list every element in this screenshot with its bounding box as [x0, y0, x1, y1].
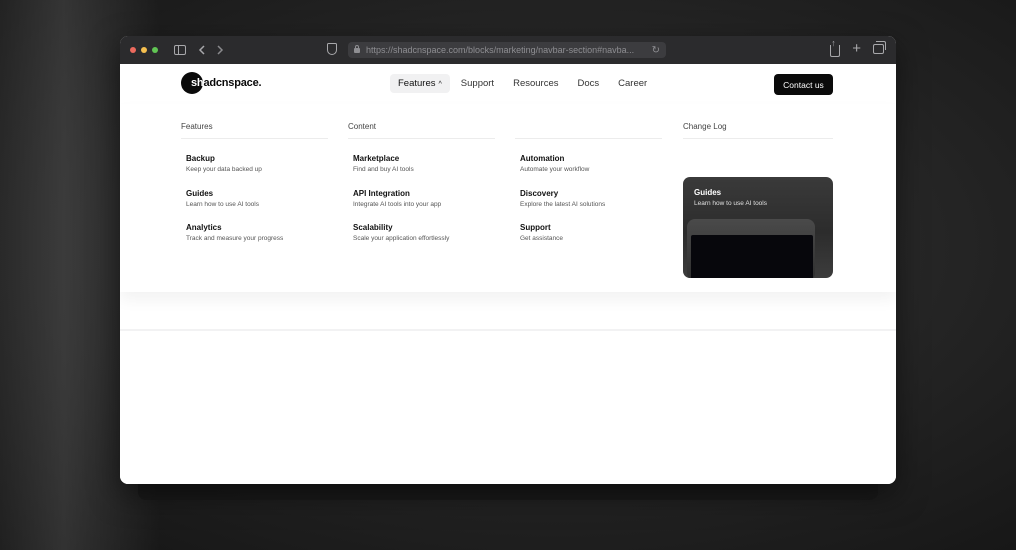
browser-window: https://shadcnspace.com/blocks/marketing…	[120, 36, 896, 484]
card-description: Learn how to use AI tools	[694, 200, 767, 207]
site-logo[interactable]: shadcnspace.	[181, 72, 262, 94]
menu-item-title: Guides	[186, 188, 214, 198]
menu-item-backup[interactable]: Backup Keep your data backed up	[186, 154, 283, 189]
reload-icon[interactable]: ↻	[652, 45, 660, 56]
card-device-screen	[691, 235, 813, 278]
divider	[348, 138, 495, 139]
address-bar[interactable]: https://shadcnspace.com/blocks/marketing…	[348, 42, 666, 58]
menu-item-support[interactable]: Support Get assistance	[520, 223, 605, 258]
contact-us-button[interactable]: Contact us	[774, 74, 833, 95]
menu-item-marketplace[interactable]: Marketplace Find and buy AI tools	[353, 154, 449, 189]
nav-item-resources[interactable]: Resources	[505, 74, 566, 93]
menu-item-scalability[interactable]: Scalability Scale your application effor…	[353, 223, 449, 258]
menu-item-description: Find and buy AI tools	[353, 166, 414, 173]
menu-column-changelog: Change Log	[683, 122, 833, 139]
section-divider	[120, 329, 896, 331]
features-mega-menu: Features Backup Keep your data backed up…	[120, 104, 896, 292]
zoom-window-button[interactable]	[152, 47, 158, 53]
menu-item-title: Marketplace	[353, 154, 400, 163]
new-tab-plus-icon[interactable]: +	[852, 41, 861, 57]
browser-toolbar: https://shadcnspace.com/blocks/marketing…	[120, 36, 896, 64]
nav-item-career[interactable]: Career	[610, 74, 655, 93]
column-title: Features	[181, 122, 213, 131]
minimize-window-button[interactable]	[141, 47, 147, 53]
menu-item-title: Support	[520, 223, 551, 232]
menu-item-description: Get assistance	[520, 235, 563, 242]
divider	[683, 138, 833, 139]
lock-icon	[354, 44, 360, 53]
menu-column-features: Features Backup Keep your data backed up…	[181, 122, 328, 242]
divider	[181, 138, 328, 139]
menu-item-title: API Integration	[353, 188, 410, 198]
menu-item-discovery[interactable]: Discovery Explore the latest AI solution…	[520, 189, 605, 224]
menu-item-automation[interactable]: Automation Automate your workflow	[520, 154, 605, 189]
share-icon[interactable]	[830, 38, 841, 57]
nav-item-label: Features	[398, 78, 436, 89]
menu-item-description: Learn how to use AI tools	[186, 200, 259, 208]
logo-text-rest: adcnspace.	[203, 77, 262, 89]
sidebar-toggle-icon[interactable]	[174, 45, 186, 55]
back-arrow-icon[interactable]	[198, 45, 206, 55]
card-title: Guides	[694, 188, 722, 197]
forward-arrow-icon[interactable]	[216, 45, 224, 55]
url-text: https://shadcnspace.com/blocks/marketing…	[366, 45, 635, 55]
column-title: Content	[348, 122, 377, 131]
menu-item-analytics[interactable]: Analytics Track and measure your progres…	[186, 223, 283, 258]
menu-item-guides[interactable]: Guides Learn how to use AI tools	[186, 189, 283, 224]
menu-item-description: Scale your application effortlessly	[353, 235, 450, 242]
privacy-shield-icon[interactable]	[327, 43, 337, 55]
webpage: shadcnspace. Features ^ Support Resources…	[120, 64, 896, 484]
menu-item-description: Keep your data backed up	[186, 166, 262, 173]
menu-item-description: Integrate AI tools into your app	[353, 200, 442, 208]
nav-item-support[interactable]: Support	[453, 74, 502, 93]
menu-item-title: Analytics	[186, 223, 222, 232]
nav-item-features[interactable]: Features ^	[390, 74, 450, 93]
main-nav: Features ^ Support Resources Docs Career	[390, 74, 658, 93]
close-window-button[interactable]	[130, 47, 136, 53]
chevron-up-icon: ^	[438, 81, 442, 88]
menu-column-more: Automation Automate your workflow Discov…	[515, 122, 662, 242]
tab-overview-icon[interactable]	[873, 41, 886, 54]
column-title: Change Log	[683, 122, 727, 131]
menu-item-title: Scalability	[353, 223, 393, 232]
menu-item-description: Explore the latest AI solutions	[520, 200, 606, 208]
column-title	[515, 122, 662, 137]
menu-item-description: Automate your workflow	[520, 166, 590, 173]
site-navbar: shadcnspace. Features ^ Support Resources…	[120, 64, 896, 104]
divider	[515, 138, 662, 139]
changelog-card[interactable]: Guides Learn how to use AI tools	[683, 177, 833, 278]
menu-item-description: Track and measure your progress	[186, 235, 284, 242]
nav-item-docs[interactable]: Docs	[570, 74, 608, 93]
menu-item-api-integration[interactable]: API Integration Integrate AI tools into …	[353, 189, 449, 224]
logo-text-first: sh	[191, 77, 204, 89]
menu-item-title: Automation	[520, 154, 565, 163]
menu-item-title: Discovery	[520, 188, 559, 198]
traffic-lights	[130, 47, 158, 53]
menu-item-title: Backup	[186, 154, 215, 163]
menu-column-content: Content Marketplace Find and buy AI tool…	[348, 122, 495, 242]
